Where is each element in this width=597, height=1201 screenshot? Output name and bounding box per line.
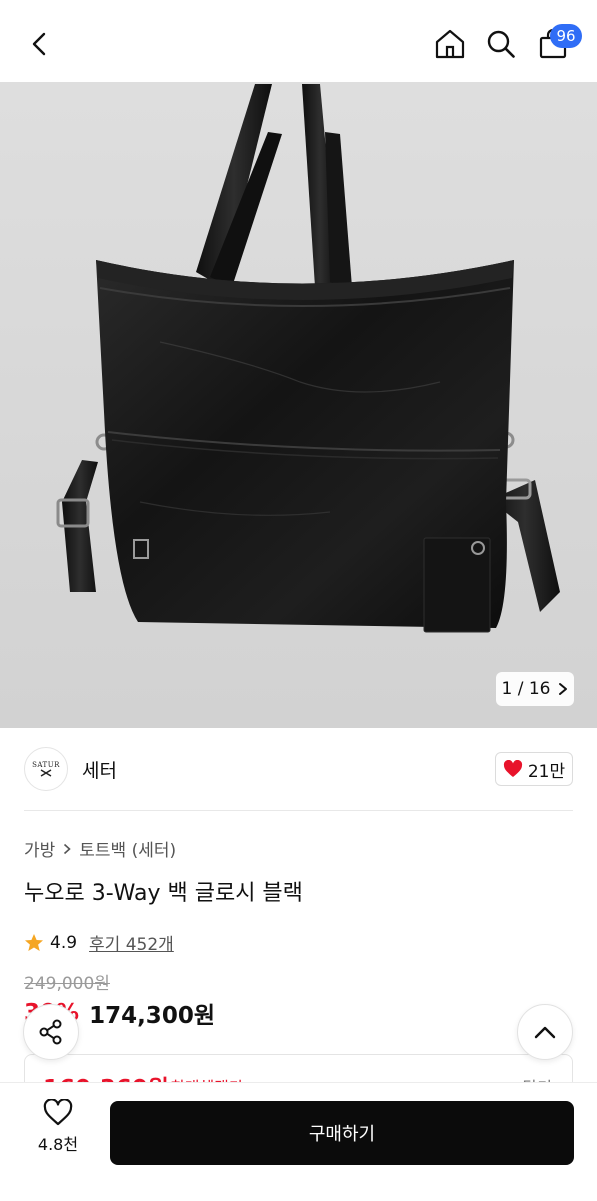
product-title: 누오로 3-Way 백 글로시 블랙 — [24, 881, 303, 906]
search-button[interactable] — [479, 22, 523, 66]
breadcrumb-item-bag[interactable]: 가방 — [24, 836, 55, 861]
share-icon — [39, 1019, 62, 1045]
back-button[interactable] — [18, 22, 62, 66]
heart-filled-icon — [503, 760, 522, 777]
chevron-right-icon — [559, 683, 568, 695]
divider — [24, 810, 573, 811]
chevron-up-icon — [534, 1026, 556, 1039]
product-image-gallery[interactable]: 1 / 16 — [0, 82, 597, 728]
breadcrumb-item-tote[interactable]: 토트백 (세터) — [79, 836, 176, 861]
brand-like-button[interactable]: 21만 — [495, 752, 573, 786]
sale-price: 174,300원 — [89, 1003, 215, 1029]
home-icon — [435, 29, 465, 59]
brand-emblem-icon — [40, 769, 52, 777]
star-icon — [25, 933, 43, 951]
share-button[interactable] — [23, 1004, 79, 1060]
image-counter-text: 1 / 16 — [501, 679, 551, 699]
buy-button[interactable]: 구매하기 — [110, 1101, 574, 1165]
wishlist-count: 4.8천 — [37, 1135, 79, 1154]
wishlist-button[interactable]: 4.8천 — [20, 1099, 96, 1163]
cart-count-badge: 96 — [550, 24, 582, 48]
rating-row: 4.9 후기 452개 — [24, 930, 174, 955]
original-price: 249,000원 — [24, 974, 110, 994]
scroll-top-button[interactable] — [517, 1004, 573, 1060]
product-photo — [0, 82, 597, 728]
chevron-right-icon — [64, 843, 71, 854]
review-count-link[interactable]: 후기 452개 — [89, 930, 174, 955]
brand-row: SATUR 세터 21만 — [0, 728, 597, 812]
brand-name[interactable]: 세터 — [82, 756, 117, 783]
bottom-action-bar: 4.8천 구매하기 — [0, 1082, 597, 1201]
top-navigation-bar: 96 — [0, 0, 597, 82]
image-counter-button[interactable]: 1 / 16 — [496, 672, 574, 706]
brand-logo-text: SATUR — [32, 761, 60, 769]
breadcrumb: 가방 토트백 (세터) — [24, 836, 176, 861]
back-arrow-icon — [32, 32, 46, 56]
brand-like-count: 21만 — [527, 761, 566, 782]
brand-logo[interactable]: SATUR — [24, 747, 68, 791]
heart-outline-icon — [43, 1099, 73, 1126]
rating-value: 4.9 — [50, 932, 78, 953]
search-icon — [487, 30, 515, 58]
home-button[interactable] — [428, 22, 472, 66]
